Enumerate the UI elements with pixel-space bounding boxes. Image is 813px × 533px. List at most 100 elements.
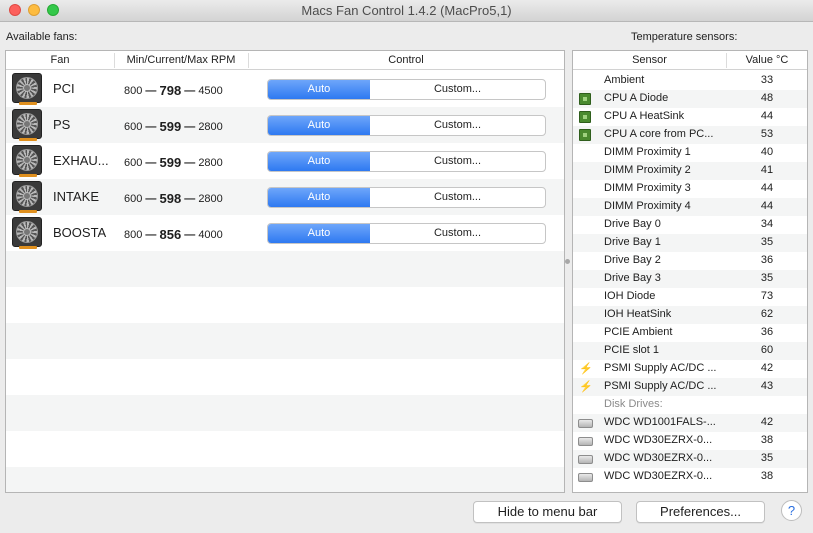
sensor-row[interactable]: ⚡ PSMI Supply AC/DC ... 43 xyxy=(573,378,807,396)
fan-min-rpm: 600 xyxy=(124,121,143,133)
sensor-row[interactable]: DIMM Proximity 4 44 xyxy=(573,198,807,216)
sensor-row[interactable]: Drive Bay 0 34 xyxy=(573,216,807,234)
fan-control-segment: Auto Custom... xyxy=(267,79,546,100)
sensor-row[interactable]: Ambient 33 xyxy=(573,72,807,90)
rpm-separator: — xyxy=(184,121,196,133)
empty-row xyxy=(6,467,564,492)
sensor-row[interactable]: ⚡ PSMI Supply AC/DC ... 42 xyxy=(573,360,807,378)
sensor-value: 44 xyxy=(760,182,774,194)
sensor-value: 42 xyxy=(760,362,774,374)
fan-column-header[interactable]: Fan xyxy=(6,54,114,66)
empty-row xyxy=(6,359,564,395)
hard-disk-icon xyxy=(578,473,593,482)
fans-table-body: PCI 800 — 798 — 4500 Auto Custom... PS 600 — … xyxy=(6,71,564,492)
sensor-row[interactable]: DIMM Proximity 3 44 xyxy=(573,180,807,198)
sensor-row[interactable]: WDC WD1001FALS-... 42 xyxy=(573,414,807,432)
fan-base xyxy=(19,210,37,213)
fan-icon xyxy=(12,109,42,141)
fan-current-rpm: 598 xyxy=(159,191,182,206)
sensor-row[interactable]: WDC WD30EZRX-0... 38 xyxy=(573,468,807,486)
auto-button[interactable]: Auto xyxy=(268,80,370,99)
fan-name: PCI xyxy=(53,81,75,96)
empty-row xyxy=(6,287,564,323)
fan-name: INTAKE xyxy=(53,189,99,204)
sensor-row[interactable]: WDC WD30EZRX-0... 38 xyxy=(573,432,807,450)
help-button[interactable]: ? xyxy=(781,500,802,521)
sensors-table-header: Sensor Value °C xyxy=(573,51,807,70)
sensor-name: Drive Bay 1 xyxy=(604,236,661,248)
sensor-name: WDC WD30EZRX-0... xyxy=(604,470,713,482)
sensor-row[interactable]: CPU A HeatSink 44 xyxy=(573,108,807,126)
custom-button[interactable]: Custom... xyxy=(370,224,545,243)
hide-to-menu-bar-button[interactable]: Hide to menu bar xyxy=(473,501,622,523)
sensor-value: 38 xyxy=(760,434,774,446)
fan-row: PCI 800 — 798 — 4500 Auto Custom... xyxy=(6,71,564,107)
sensor-value: 44 xyxy=(760,110,774,122)
sensor-row[interactable]: WDC WD30EZRX-0... 35 xyxy=(573,450,807,468)
fan-max-rpm: 4000 xyxy=(198,229,223,241)
auto-button[interactable]: Auto xyxy=(268,188,370,207)
sensor-name: DIMM Proximity 2 xyxy=(604,164,691,176)
control-column-header[interactable]: Control xyxy=(248,54,564,66)
custom-button[interactable]: Custom... xyxy=(370,116,545,135)
fan-rpm: 600 — 598 — 2800 xyxy=(124,190,223,206)
sensor-row[interactable]: CPU A Diode 48 xyxy=(573,90,807,108)
fan-base xyxy=(19,138,37,141)
sensor-name: WDC WD30EZRX-0... xyxy=(604,434,713,446)
fan-name: BOOSTA xyxy=(53,225,107,240)
preferences-button[interactable]: Preferences... xyxy=(636,501,765,523)
fan-row: BOOSTA 800 — 856 — 4000 Auto Custom... xyxy=(6,215,564,251)
sensor-name: CPU A core from PC... xyxy=(604,128,714,140)
fan-hub xyxy=(23,84,31,92)
fan-current-rpm: 599 xyxy=(159,155,182,170)
value-column-header[interactable]: Value °C xyxy=(727,54,807,66)
fans-table-header: Fan Min/Current/Max RPM Control xyxy=(6,51,564,70)
temperature-sensors-label: Temperature sensors: xyxy=(631,31,738,43)
auto-button[interactable]: Auto xyxy=(268,224,370,243)
custom-button[interactable]: Custom... xyxy=(370,80,545,99)
sensor-row[interactable]: DIMM Proximity 1 40 xyxy=(573,144,807,162)
sensor-name: Drive Bay 2 xyxy=(604,254,661,266)
sensor-row[interactable]: Drive Bay 2 36 xyxy=(573,252,807,270)
sensor-column-header[interactable]: Sensor xyxy=(573,54,726,66)
custom-button[interactable]: Custom... xyxy=(370,188,545,207)
sensor-name: IOH Diode xyxy=(604,290,656,302)
sensor-name: PSMI Supply AC/DC ... xyxy=(604,362,717,374)
sensor-row[interactable]: DIMM Proximity 2 41 xyxy=(573,162,807,180)
fan-name: PS xyxy=(53,117,71,132)
sensor-value: 53 xyxy=(760,128,774,140)
sensor-row[interactable]: IOH Diode 73 xyxy=(573,288,807,306)
sensor-row[interactable]: Drive Bay 1 35 xyxy=(573,234,807,252)
sensor-value: 38 xyxy=(760,470,774,482)
fan-min-rpm: 600 xyxy=(124,157,143,169)
fan-row: EXHAU... 600 — 599 — 2800 Auto Custom... xyxy=(6,143,564,179)
fan-max-rpm: 2800 xyxy=(198,121,223,133)
auto-button[interactable]: Auto xyxy=(268,116,370,135)
sensor-row[interactable]: PCIE slot 1 60 xyxy=(573,342,807,360)
sensor-row[interactable]: IOH HeatSink 62 xyxy=(573,306,807,324)
rpm-separator: — xyxy=(184,157,196,169)
auto-button[interactable]: Auto xyxy=(268,152,370,171)
rpm-separator: — xyxy=(145,193,157,205)
fan-icon xyxy=(12,217,42,249)
sensor-name: WDC WD30EZRX-0... xyxy=(604,452,713,464)
sensor-row[interactable]: CPU A core from PC... 53 xyxy=(573,126,807,144)
sensor-name: Drive Bay 0 xyxy=(604,218,661,230)
cpu-chip-icon xyxy=(579,111,591,123)
sensor-row[interactable]: Drive Bay 3 35 xyxy=(573,270,807,288)
cpu-chip-icon xyxy=(579,129,591,141)
sensor-value: 41 xyxy=(760,164,774,176)
sensor-value: 43 xyxy=(760,380,774,392)
sensor-group-label: Disk Drives: xyxy=(604,398,663,410)
rpm-column-header[interactable]: Min/Current/Max RPM xyxy=(114,54,248,66)
custom-button[interactable]: Custom... xyxy=(370,152,545,171)
fan-rpm: 800 — 856 — 4000 xyxy=(124,226,223,242)
sensor-value: 36 xyxy=(760,326,774,338)
lightning-bolt-icon: ⚡ xyxy=(579,381,593,393)
fan-control-segment: Auto Custom... xyxy=(267,151,546,172)
rpm-separator: — xyxy=(184,229,196,241)
cpu-chip-icon xyxy=(579,93,591,105)
splitter-handle[interactable] xyxy=(565,259,570,264)
sensor-row[interactable]: PCIE Ambient 36 xyxy=(573,324,807,342)
rpm-separator: — xyxy=(145,121,157,133)
